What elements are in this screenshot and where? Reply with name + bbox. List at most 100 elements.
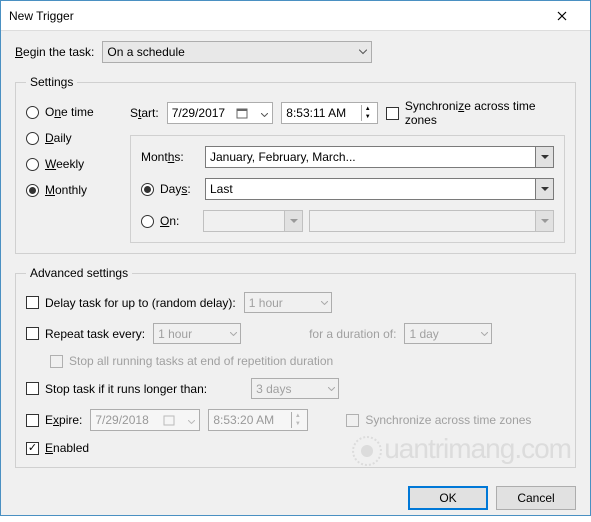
checkbox-icon xyxy=(26,327,39,340)
expire-time-input: 8:53:20 AM ▲▼ xyxy=(208,409,308,431)
radio-on[interactable]: On: xyxy=(141,214,197,228)
days-value: Last xyxy=(210,182,233,196)
radio-weekly[interactable]: Weekly xyxy=(26,157,116,171)
sync-timezone-checkbox[interactable]: Synchronize across time zones xyxy=(386,99,565,127)
expire-date-value: 7/29/2018 xyxy=(95,413,148,427)
enabled-row: Enabled xyxy=(26,441,565,455)
stop-long-checkbox[interactable]: Stop task if it runs longer than: xyxy=(26,382,207,396)
chevron-down-icon xyxy=(481,332,488,336)
duration-value: 1 day xyxy=(409,327,438,341)
radio-icon xyxy=(26,184,39,197)
checkbox-icon xyxy=(346,414,359,427)
radio-on-label: On: xyxy=(160,214,179,228)
chevron-down-icon xyxy=(535,147,553,167)
chevron-down-icon xyxy=(328,387,335,391)
duration-value-select: 1 day xyxy=(404,323,492,344)
months-label: Months: xyxy=(141,150,197,164)
repeat-value-select: 1 hour xyxy=(153,323,241,344)
settings-group: Settings One time Daily Weekly xyxy=(15,75,576,254)
months-row: Months: January, February, March... xyxy=(141,146,554,168)
begin-task-row: Begin the task: On a schedule xyxy=(15,41,576,63)
chevron-down-icon xyxy=(188,413,195,427)
radio-daily[interactable]: Daily xyxy=(26,131,116,145)
repeat-label: Repeat task every: xyxy=(45,327,145,341)
start-time-input[interactable]: 8:53:11 AM ▲▼ xyxy=(281,102,378,124)
radio-one-time[interactable]: One time xyxy=(26,105,116,119)
checkbox-icon xyxy=(26,296,39,309)
stop-long-row: Stop task if it runs longer than: 3 days xyxy=(26,378,565,399)
close-icon xyxy=(557,11,567,21)
expire-row: Expire: 7/29/2018 8:53:20 AM ▲▼ Synchron… xyxy=(26,409,565,431)
repeat-checkbox[interactable]: Repeat task every: xyxy=(26,327,145,341)
expire-time-value: 8:53:20 AM xyxy=(213,413,274,427)
spinner-icon: ▲▼ xyxy=(361,105,373,121)
radio-daily-label: Daily xyxy=(45,131,72,145)
checkbox-icon xyxy=(26,382,39,395)
window: New Trigger Begin the task: On a schedul… xyxy=(0,0,591,516)
start-date-value: 7/29/2017 xyxy=(172,106,225,120)
advanced-group: Advanced settings Delay task for up to (… xyxy=(15,266,576,468)
on-row: On: xyxy=(141,210,554,232)
repeat-value: 1 hour xyxy=(158,327,192,341)
ok-button[interactable]: OK xyxy=(408,486,488,510)
expire-checkbox[interactable]: Expire: xyxy=(26,413,82,427)
chevron-down-icon xyxy=(359,50,367,55)
radio-icon xyxy=(26,158,39,171)
stop-long-value: 3 days xyxy=(256,382,291,396)
start-row: Start: 7/29/2017 8:53:11 AM ▲▼ Syn xyxy=(130,99,565,127)
content: Begin the task: On a schedule Settings O… xyxy=(1,31,590,478)
on-week-select xyxy=(203,210,303,232)
delay-label: Delay task for up to (random delay): xyxy=(45,296,236,310)
begin-task-select[interactable]: On a schedule xyxy=(102,41,372,63)
delay-value-select: 1 hour xyxy=(244,292,332,313)
stop-repetition-row: Stop all running tasks at end of repetit… xyxy=(50,354,565,368)
advanced-section: Advanced settings Delay task for up to (… xyxy=(15,262,576,468)
chevron-down-icon xyxy=(321,301,328,305)
button-row: OK Cancel xyxy=(1,478,590,522)
radio-weekly-label: Weekly xyxy=(45,157,84,171)
months-select[interactable]: January, February, March... xyxy=(205,146,554,168)
radio-monthly-label: Monthly xyxy=(45,183,87,197)
radio-icon xyxy=(26,106,39,119)
delay-value: 1 hour xyxy=(249,296,283,310)
calendar-icon xyxy=(235,106,249,120)
on-day-select xyxy=(309,210,554,232)
start-time-value: 8:53:11 AM xyxy=(286,106,346,120)
radio-days[interactable]: Days: xyxy=(141,182,197,196)
settings-legend: Settings xyxy=(26,75,77,89)
stop-repetition-label: Stop all running tasks at end of repetit… xyxy=(69,354,333,368)
expire-sync-label: Synchronize across time zones xyxy=(365,413,531,427)
chevron-down-icon xyxy=(261,106,268,120)
start-label: Start: xyxy=(130,106,159,120)
radio-icon xyxy=(26,132,39,145)
checkbox-icon xyxy=(26,414,39,427)
months-value: January, February, March... xyxy=(210,150,356,164)
days-select[interactable]: Last xyxy=(205,178,554,200)
enabled-label: Enabled xyxy=(45,441,89,455)
repeat-row: Repeat task every: 1 hour for a duration… xyxy=(26,323,565,344)
delay-checkbox[interactable]: Delay task for up to (random delay): xyxy=(26,296,236,310)
delay-row: Delay task for up to (random delay): 1 h… xyxy=(26,292,565,313)
calendar-icon xyxy=(162,413,176,427)
enabled-checkbox[interactable]: Enabled xyxy=(26,441,89,455)
close-button[interactable] xyxy=(542,1,582,31)
stop-long-value-select: 3 days xyxy=(251,378,339,399)
radio-monthly[interactable]: Monthly xyxy=(26,183,116,197)
start-date-input[interactable]: 7/29/2017 xyxy=(167,102,274,124)
advanced-legend: Advanced settings xyxy=(26,266,132,280)
checkbox-icon xyxy=(26,442,39,455)
schedule-details: Start: 7/29/2017 8:53:11 AM ▲▼ Syn xyxy=(130,99,565,243)
recurrence-column: One time Daily Weekly Monthly xyxy=(26,99,116,243)
expire-date-input: 7/29/2018 xyxy=(90,409,200,431)
radio-icon xyxy=(141,215,154,228)
radio-days-label: Days: xyxy=(160,182,191,196)
titlebar: New Trigger xyxy=(1,1,590,31)
chevron-down-icon xyxy=(535,211,553,231)
window-title: New Trigger xyxy=(9,9,542,23)
duration-label: for a duration of: xyxy=(309,327,396,341)
cancel-button[interactable]: Cancel xyxy=(496,486,576,510)
expire-label: Expire: xyxy=(45,413,82,427)
radio-one-time-label: One time xyxy=(45,105,94,119)
chevron-down-icon xyxy=(230,332,237,336)
begin-task-value: On a schedule xyxy=(107,45,184,59)
